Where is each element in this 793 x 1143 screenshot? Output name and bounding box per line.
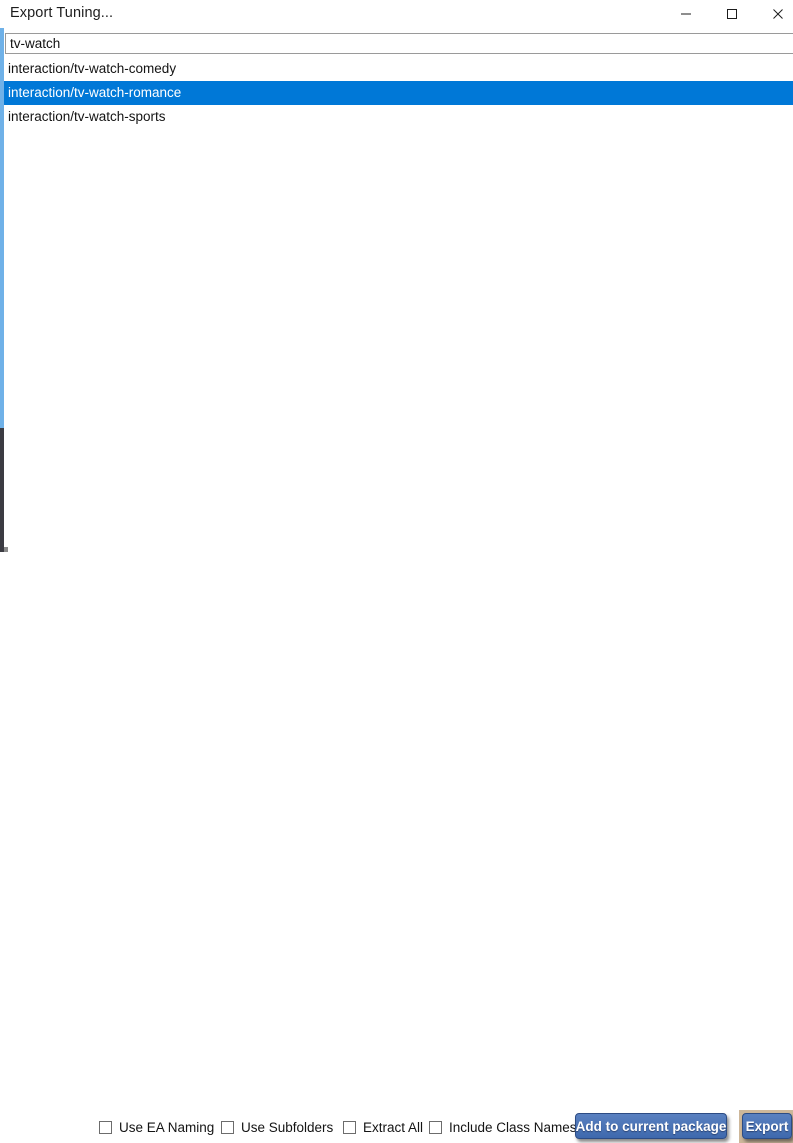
checkbox-include-class-names[interactable]: Include Class Names (429, 1117, 577, 1137)
tuning-results-list[interactable]: interaction/tv-watch-comedy interaction/t… (4, 57, 793, 547)
export-button[interactable]: Export (742, 1113, 792, 1139)
export-tuning-window: Export Tuning... tv-watch interaction/tv… (0, 0, 793, 1143)
search-field[interactable] (5, 33, 793, 54)
checkbox-label: Use Subfolders (241, 1119, 334, 1135)
checkbox-box-icon[interactable] (99, 1120, 112, 1134)
maximize-icon (726, 8, 738, 20)
checkbox-use-ea-naming[interactable]: Use EA Naming (99, 1117, 214, 1137)
title-bar: Export Tuning... (0, 0, 793, 28)
minimize-button[interactable] (663, 0, 709, 28)
list-item[interactable]: interaction/tv-watch-sports (4, 105, 793, 129)
maximize-button[interactable] (709, 0, 755, 28)
bottom-toolbar: Use EA Naming Use Subfolders Extract All… (0, 552, 793, 1143)
list-item[interactable]: interaction/tv-watch-comedy (4, 57, 793, 81)
close-icon (772, 8, 784, 20)
checkbox-use-subfolders[interactable]: Use Subfolders (221, 1117, 333, 1137)
checkbox-label: Use EA Naming (119, 1119, 215, 1135)
checkbox-label: Extract All (363, 1119, 424, 1135)
window-title: Export Tuning... (10, 5, 114, 21)
close-button[interactable] (755, 0, 793, 28)
checkbox-extract-all[interactable]: Extract All (343, 1117, 423, 1137)
search-input[interactable] (6, 34, 793, 53)
checkbox-box-icon[interactable] (429, 1120, 442, 1134)
add-to-current-package-button[interactable]: Add to current package (575, 1113, 727, 1139)
checkbox-label: Include Class Names (449, 1119, 577, 1135)
list-item[interactable]: interaction/tv-watch-romance (4, 81, 793, 105)
checkbox-box-icon[interactable] (221, 1120, 234, 1134)
checkbox-box-icon[interactable] (343, 1120, 356, 1134)
minimize-icon (680, 8, 692, 20)
